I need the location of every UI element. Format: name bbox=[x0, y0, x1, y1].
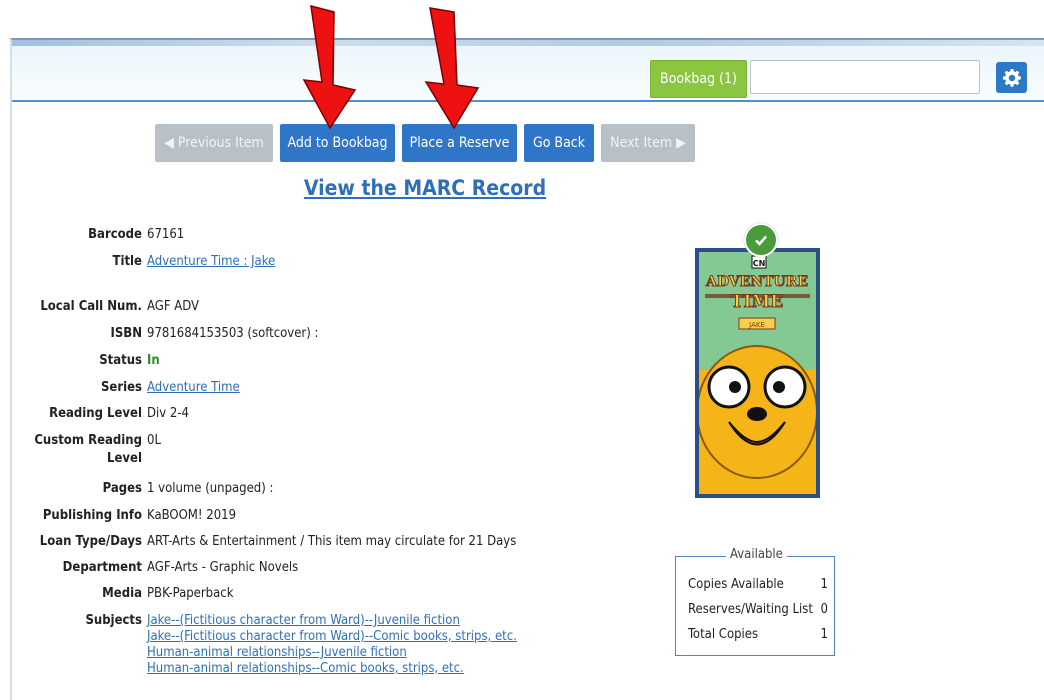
status-label: Status bbox=[99, 353, 142, 368]
local-call-label: Local Call Num. bbox=[40, 299, 142, 314]
status-value: In bbox=[147, 353, 160, 368]
subjects-label: Subjects bbox=[85, 613, 142, 628]
department-value: AGF-Arts - Graphic Novels bbox=[147, 560, 299, 575]
pages-label: Pages bbox=[102, 481, 142, 496]
title-label: Title bbox=[112, 254, 142, 269]
title-link[interactable]: Adventure Time : Jake bbox=[147, 253, 275, 271]
availability-legend: Available bbox=[726, 547, 787, 562]
publishing-value: KaBOOM! 2019 bbox=[147, 508, 237, 523]
annotation-arrow-icon bbox=[424, 7, 480, 130]
cover-illustration: CN ADVENTURE TIME JAKE bbox=[699, 252, 816, 494]
series-label: Series bbox=[100, 380, 142, 395]
custom-reading-value: 0L bbox=[147, 433, 161, 448]
series-link[interactable]: Adventure Time bbox=[147, 379, 240, 397]
cover-title-line2: TIME bbox=[731, 292, 783, 312]
search-input[interactable] bbox=[750, 60, 980, 94]
reading-level-value: Div 2-4 bbox=[147, 406, 189, 421]
book-cover-image[interactable]: CN ADVENTURE TIME JAKE bbox=[695, 248, 820, 498]
loan-label: Loan Type/Days bbox=[39, 534, 142, 549]
pages-value: 1 volume (unpaged) : bbox=[147, 481, 274, 496]
media-value: PBK-Paperback bbox=[147, 586, 234, 601]
loan-value: ART-Arts & Entertainment / This item may… bbox=[147, 534, 517, 549]
availability-row: Reserves/Waiting List 0 bbox=[688, 602, 828, 617]
barcode-label: Barcode bbox=[88, 227, 142, 242]
bookbag-button[interactable]: Bookbag (1) bbox=[650, 60, 747, 98]
publishing-label: Publishing Info bbox=[42, 508, 142, 523]
isbn-label: ISBN bbox=[110, 326, 142, 341]
previous-item-button[interactable]: ◀ Previous Item bbox=[155, 124, 273, 162]
isbn-value: 9781684153503 (softcover) : bbox=[147, 326, 319, 341]
barcode-value: 67161 bbox=[147, 227, 185, 242]
custom-reading-label: Custom Reading bbox=[34, 433, 142, 448]
custom-reading-label-line2: Level bbox=[107, 451, 142, 466]
gear-icon bbox=[1002, 68, 1021, 87]
subject-link[interactable]: Human-animal relationships--Comic books,… bbox=[147, 660, 464, 678]
annotation-arrow-icon bbox=[302, 4, 357, 130]
cover-brand: CN bbox=[753, 259, 766, 268]
availability-row: Copies Available 1 bbox=[688, 577, 828, 592]
available-check-icon bbox=[744, 223, 778, 257]
go-back-button[interactable]: Go Back bbox=[524, 124, 594, 162]
marc-record-link[interactable]: View the MARC Record bbox=[0, 176, 850, 200]
cover-title-line1: ADVENTURE bbox=[705, 274, 808, 290]
availability-row: Total Copies 1 bbox=[688, 627, 828, 642]
availability-box: Available Copies Available 1 Reserves/Wai… bbox=[675, 547, 835, 656]
reading-level-label: Reading Level bbox=[49, 406, 142, 421]
department-label: Department bbox=[62, 560, 142, 575]
media-label: Media bbox=[102, 586, 142, 601]
local-call-value: AGF ADV bbox=[147, 299, 200, 314]
cover-subtitle: JAKE bbox=[748, 321, 765, 329]
next-item-button[interactable]: Next Item ▶ bbox=[601, 124, 695, 162]
settings-button[interactable] bbox=[996, 62, 1027, 93]
